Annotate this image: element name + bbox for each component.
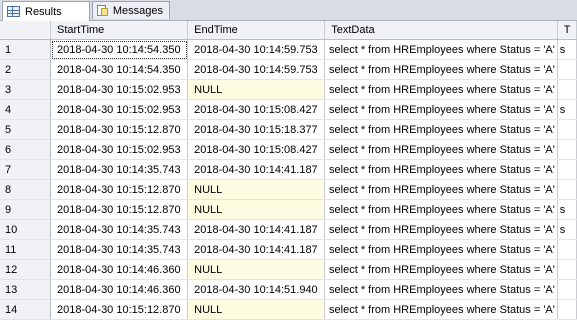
results-table: StartTime EndTime TextData T 1 2018-04-30… bbox=[0, 21, 577, 320]
cell-endtime[interactable]: 2018-04-30 10:15:18.377 bbox=[187, 119, 326, 140]
tab-messages[interactable]: Messages bbox=[92, 1, 170, 19]
cell-t[interactable] bbox=[557, 299, 577, 320]
column-header-starttime[interactable]: StartTime bbox=[50, 21, 189, 40]
table-row[interactable]: 3 2018-04-30 10:15:02.953 NULL select * fro… bbox=[0, 79, 577, 100]
column-header-endtime[interactable]: EndTime bbox=[187, 21, 326, 40]
table-row[interactable]: 10 2018-04-30 10:14:35.743 2018-04-30 10:1… bbox=[0, 219, 577, 240]
cell-t[interactable]: s bbox=[557, 219, 577, 240]
table-row[interactable]: 4 2018-04-30 10:15:02.953 2018-04-30 10:15… bbox=[0, 99, 577, 120]
cell-textdata[interactable]: select * from HREmployees where Status =… bbox=[324, 79, 558, 100]
cell-starttime[interactable]: 2018-04-30 10:15:02.953 bbox=[50, 139, 189, 160]
cell-textdata[interactable]: select * from HREmployees where Status =… bbox=[324, 119, 558, 140]
grid-icon bbox=[7, 6, 20, 17]
cell-starttime[interactable]: 2018-04-30 10:15:12.870 bbox=[50, 179, 189, 200]
cell-starttime[interactable]: 2018-04-30 10:15:02.953 bbox=[50, 99, 189, 120]
row-number[interactable]: 1 bbox=[0, 39, 52, 60]
cell-starttime[interactable]: 2018-04-30 10:15:12.870 bbox=[50, 199, 189, 220]
cell-textdata[interactable]: select * from HREmployees where Status =… bbox=[324, 219, 558, 240]
cell-endtime[interactable]: 2018-04-30 10:14:59.753 bbox=[187, 59, 326, 80]
cell-starttime[interactable]: 2018-04-30 10:14:54.350 bbox=[50, 59, 189, 80]
cell-textdata[interactable]: select * from HREmployees where Status =… bbox=[324, 199, 558, 220]
cell-t[interactable]: s bbox=[557, 99, 577, 120]
row-number[interactable]: 12 bbox=[0, 259, 52, 280]
tab-results-label: Results bbox=[25, 5, 62, 18]
select-all-corner[interactable] bbox=[0, 21, 52, 40]
row-number[interactable]: 7 bbox=[0, 159, 52, 180]
cell-endtime[interactable]: NULL bbox=[187, 179, 326, 200]
tab-results[interactable]: Results bbox=[2, 1, 90, 21]
cell-starttime[interactable]: 2018-04-30 10:15:12.870 bbox=[50, 119, 189, 140]
row-number[interactable]: 3 bbox=[0, 79, 52, 100]
tab-messages-label: Messages bbox=[112, 4, 163, 17]
row-number[interactable]: 2 bbox=[0, 59, 52, 80]
cell-textdata[interactable]: select * from HREmployees where Status =… bbox=[324, 159, 558, 180]
cell-t[interactable] bbox=[557, 79, 577, 100]
cell-endtime[interactable]: 2018-04-30 10:14:41.187 bbox=[187, 239, 326, 260]
cell-textdata[interactable]: select * from HREmployees where Status =… bbox=[324, 179, 558, 200]
cell-endtime[interactable]: NULL bbox=[187, 199, 326, 220]
cell-textdata[interactable]: select * from HREmployees where Status =… bbox=[324, 59, 558, 80]
cell-endtime[interactable]: 2018-04-30 10:14:59.753 bbox=[187, 39, 326, 60]
cell-endtime[interactable]: NULL bbox=[187, 79, 326, 100]
cell-endtime[interactable]: NULL bbox=[187, 259, 326, 280]
cell-t[interactable] bbox=[557, 59, 577, 80]
cell-starttime[interactable]: 2018-04-30 10:15:12.870 bbox=[50, 299, 189, 320]
row-number[interactable]: 5 bbox=[0, 119, 52, 140]
row-number[interactable]: 11 bbox=[0, 239, 52, 260]
cell-t[interactable] bbox=[557, 179, 577, 200]
cell-starttime[interactable]: 2018-04-30 10:14:54.350 bbox=[50, 39, 189, 60]
table-row[interactable]: 11 2018-04-30 10:14:35.743 2018-04-30 10:1… bbox=[0, 239, 577, 260]
results-tab-bar: Results Messages bbox=[0, 0, 577, 21]
cell-starttime[interactable]: 2018-04-30 10:15:02.953 bbox=[50, 79, 189, 100]
cell-endtime[interactable]: 2018-04-30 10:15:08.427 bbox=[187, 139, 326, 160]
row-number[interactable]: 9 bbox=[0, 199, 52, 220]
cell-starttime[interactable]: 2018-04-30 10:14:35.743 bbox=[50, 219, 189, 240]
row-number[interactable]: 10 bbox=[0, 219, 52, 240]
messages-icon bbox=[97, 4, 108, 17]
column-header-textdata[interactable]: TextData bbox=[324, 21, 558, 40]
cell-endtime[interactable]: 2018-04-30 10:15:08.427 bbox=[187, 99, 326, 120]
cell-textdata[interactable]: select * from HREmployees where Status =… bbox=[324, 99, 558, 120]
table-row[interactable]: 2 2018-04-30 10:14:54.350 2018-04-30 10:14… bbox=[0, 59, 577, 80]
cell-textdata[interactable]: select * from HREmployees where Status =… bbox=[324, 39, 558, 60]
table-row[interactable]: 6 2018-04-30 10:15:02.953 2018-04-30 10:15… bbox=[0, 139, 577, 160]
table-row[interactable]: 1 2018-04-30 10:14:54.350 2018-04-30 10:14… bbox=[0, 39, 577, 60]
cell-endtime[interactable]: NULL bbox=[187, 299, 326, 320]
cell-t[interactable]: s bbox=[557, 199, 577, 220]
cell-starttime[interactable]: 2018-04-30 10:14:35.743 bbox=[50, 159, 189, 180]
table-row[interactable]: 12 2018-04-30 10:14:46.360 NULL select * fr… bbox=[0, 259, 577, 280]
results-grid[interactable]: StartTime EndTime TextData T 1 2018-04-30… bbox=[0, 21, 577, 320]
row-number[interactable]: 8 bbox=[0, 179, 52, 200]
cell-starttime[interactable]: 2018-04-30 10:14:46.360 bbox=[50, 259, 189, 280]
cell-starttime[interactable]: 2018-04-30 10:14:35.743 bbox=[50, 239, 189, 260]
header-row: StartTime EndTime TextData T bbox=[0, 21, 577, 40]
row-number[interactable]: 6 bbox=[0, 139, 52, 160]
table-row[interactable]: 7 2018-04-30 10:14:35.743 2018-04-30 10:14… bbox=[0, 159, 577, 180]
table-row[interactable]: 5 2018-04-30 10:15:12.870 2018-04-30 10:15… bbox=[0, 119, 577, 140]
table-row[interactable]: 14 2018-04-30 10:15:12.870 NULL select * fr… bbox=[0, 299, 577, 320]
row-number[interactable]: 4 bbox=[0, 99, 52, 120]
table-row[interactable]: 9 2018-04-30 10:15:12.870 NULL select * fro… bbox=[0, 199, 577, 220]
cell-t[interactable] bbox=[557, 139, 577, 160]
cell-t[interactable]: s bbox=[557, 39, 577, 60]
row-number[interactable]: 14 bbox=[0, 299, 52, 320]
cell-endtime[interactable]: 2018-04-30 10:14:41.187 bbox=[187, 159, 326, 180]
cell-t[interactable] bbox=[557, 159, 577, 180]
cell-textdata[interactable]: select * from HREmployees where Status =… bbox=[324, 299, 558, 320]
column-header-t[interactable]: T bbox=[557, 21, 577, 40]
table-row[interactable]: 8 2018-04-30 10:15:12.870 NULL select * fro… bbox=[0, 179, 577, 200]
cell-textdata[interactable]: select * from HREmployees where Status =… bbox=[324, 139, 558, 160]
cell-t[interactable] bbox=[557, 239, 577, 260]
cell-textdata[interactable]: select * from HREmployees where Status =… bbox=[324, 259, 558, 280]
cell-t[interactable] bbox=[557, 119, 577, 140]
cell-t[interactable] bbox=[557, 259, 577, 280]
cell-textdata[interactable]: select * from HREmployees where Status =… bbox=[324, 239, 558, 260]
cell-endtime[interactable]: 2018-04-30 10:14:41.187 bbox=[187, 219, 326, 240]
